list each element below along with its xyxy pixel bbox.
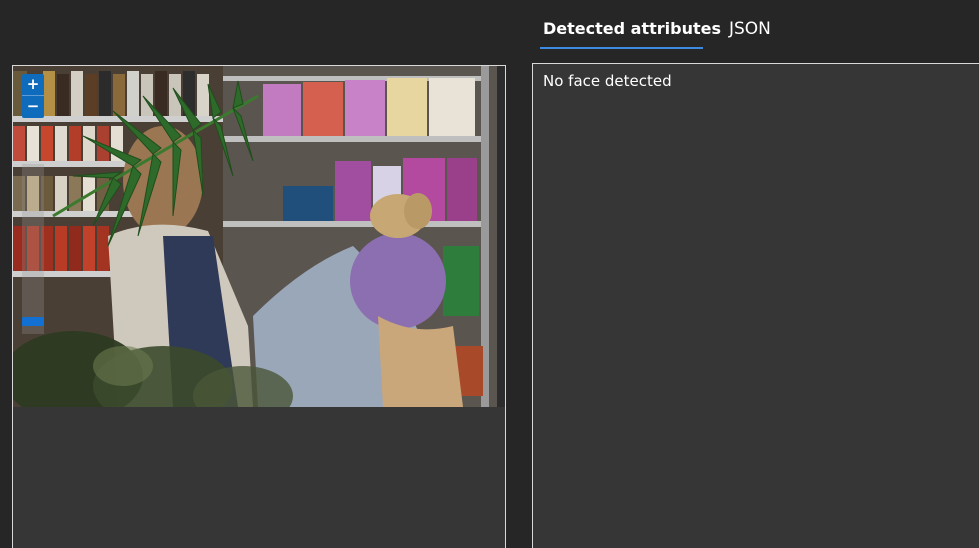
- zoom-out-button[interactable]: −: [22, 95, 44, 118]
- image-viewer[interactable]: + −: [12, 65, 506, 548]
- app-root: + − Detected attributes JSON No face det…: [0, 0, 979, 548]
- zoom-controls: + −: [22, 74, 44, 118]
- tab-json[interactable]: JSON: [729, 19, 771, 39]
- uploaded-photo: [13, 66, 505, 407]
- zoom-in-button[interactable]: +: [22, 74, 44, 96]
- result-message: No face detected: [543, 72, 672, 90]
- active-tab-indicator: [540, 47, 703, 49]
- zoom-slider-track[interactable]: [22, 164, 44, 334]
- photo-illustration: [13, 66, 505, 407]
- results-panel: No face detected: [532, 63, 979, 548]
- tab-detected-attributes[interactable]: Detected attributes: [543, 19, 721, 38]
- zoom-slider-thumb[interactable]: [22, 316, 44, 326]
